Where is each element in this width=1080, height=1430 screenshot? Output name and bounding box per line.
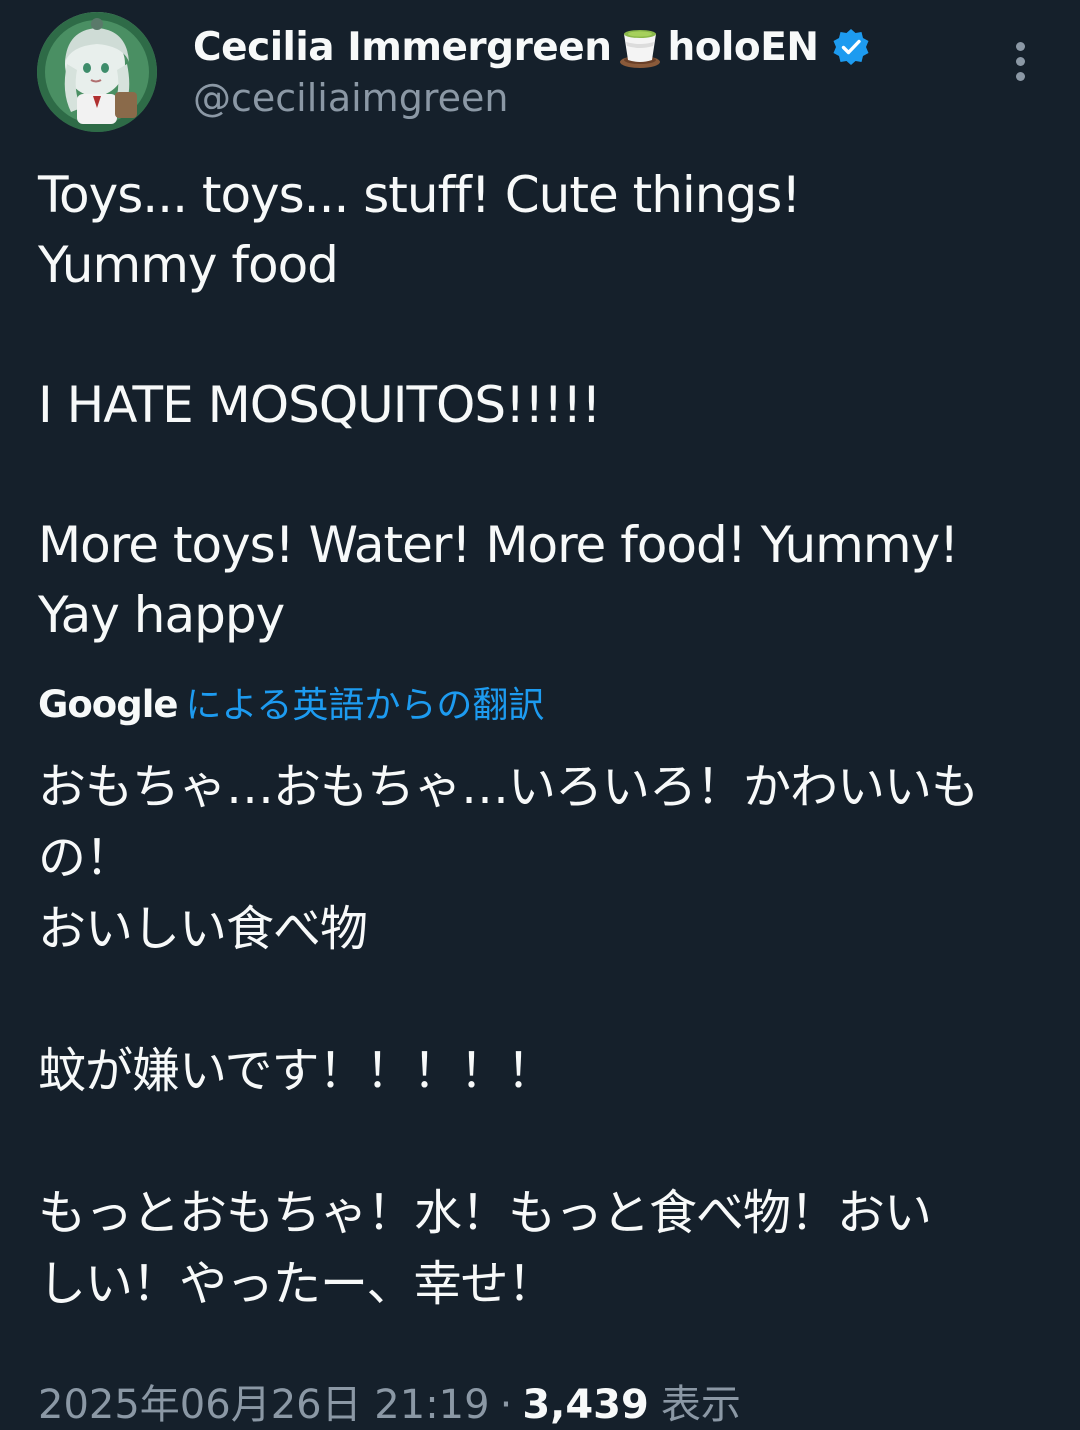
translated-text-line: おもちゃ…おもちゃ…いろいろ！かわいいも — [38, 759, 979, 815]
views-label: 表示 — [660, 1382, 741, 1428]
translation-attribution: Google による英語からの翻訳 — [38, 676, 544, 728]
tweet-timestamp[interactable]: 2025年06月26日 21:19 — [38, 1372, 490, 1430]
google-logo: Google — [38, 683, 178, 726]
translated-text-line: 蚊が嫌いです！！！！！ — [38, 1043, 555, 1099]
more-vertical-icon-dot — [1015, 71, 1025, 81]
more-vertical-icon — [1015, 41, 1025, 51]
verified-badge-icon — [831, 27, 871, 67]
tweet-text-line: Toys... toys... stuff! Cute things! — [38, 166, 801, 224]
matcha-tea-cup-icon — [617, 24, 663, 70]
translated-text-line: しい！やったー、幸せ！ — [38, 1256, 556, 1312]
tweet-meta: 2025年06月26日 21:19 · 3,439 表示 — [38, 1372, 741, 1430]
display-name-row[interactable]: Cecilia Immergreen holoEN — [193, 22, 871, 72]
translated-text-blank-line — [38, 1107, 1048, 1178]
display-name[interactable]: Cecilia Immergreen — [193, 25, 612, 70]
views-count: 3,439 — [522, 1382, 649, 1428]
user-handle[interactable]: @ceciliaimgreen — [193, 76, 508, 120]
tweet-header: Cecilia Immergreen holoEN @ceciliaimgree… — [0, 0, 1080, 150]
tweet-text-line: Yummy food — [38, 236, 339, 294]
tweet-text-line: Yay happy — [38, 586, 285, 644]
tweet-text: Toys... toys... stuff! Cute things! Yumm… — [38, 160, 1048, 650]
tweet-text-line: More toys! Water! More food! Yummy! — [38, 516, 959, 574]
translated-text-line: おいしい食べ物 — [38, 901, 368, 957]
avatar-image — [37, 12, 157, 132]
tweet-text-blank-line — [38, 300, 1048, 370]
avatar[interactable] — [37, 12, 157, 132]
more-options-button[interactable] — [1000, 36, 1040, 86]
translated-text-line: の！ — [38, 830, 133, 886]
tweet-text-blank-line — [38, 440, 1048, 510]
translated-text: おもちゃ…おもちゃ…いろいろ！かわいいも の！ おいしい食べ物 蚊が嫌いです！！… — [38, 752, 1048, 1320]
more-vertical-icon-dot — [1015, 56, 1025, 66]
meta-separator: · — [499, 1382, 513, 1428]
translation-source-link[interactable]: による英語からの翻訳 — [185, 676, 544, 728]
translated-text-line: もっとおもちゃ！水！もっと食べ物！おい — [38, 1185, 932, 1241]
display-name-suffix[interactable]: holoEN — [667, 25, 819, 70]
translated-text-blank-line — [38, 965, 1048, 1036]
tweet-text-line: I HATE MOSQUITOS!!!!! — [38, 376, 601, 434]
